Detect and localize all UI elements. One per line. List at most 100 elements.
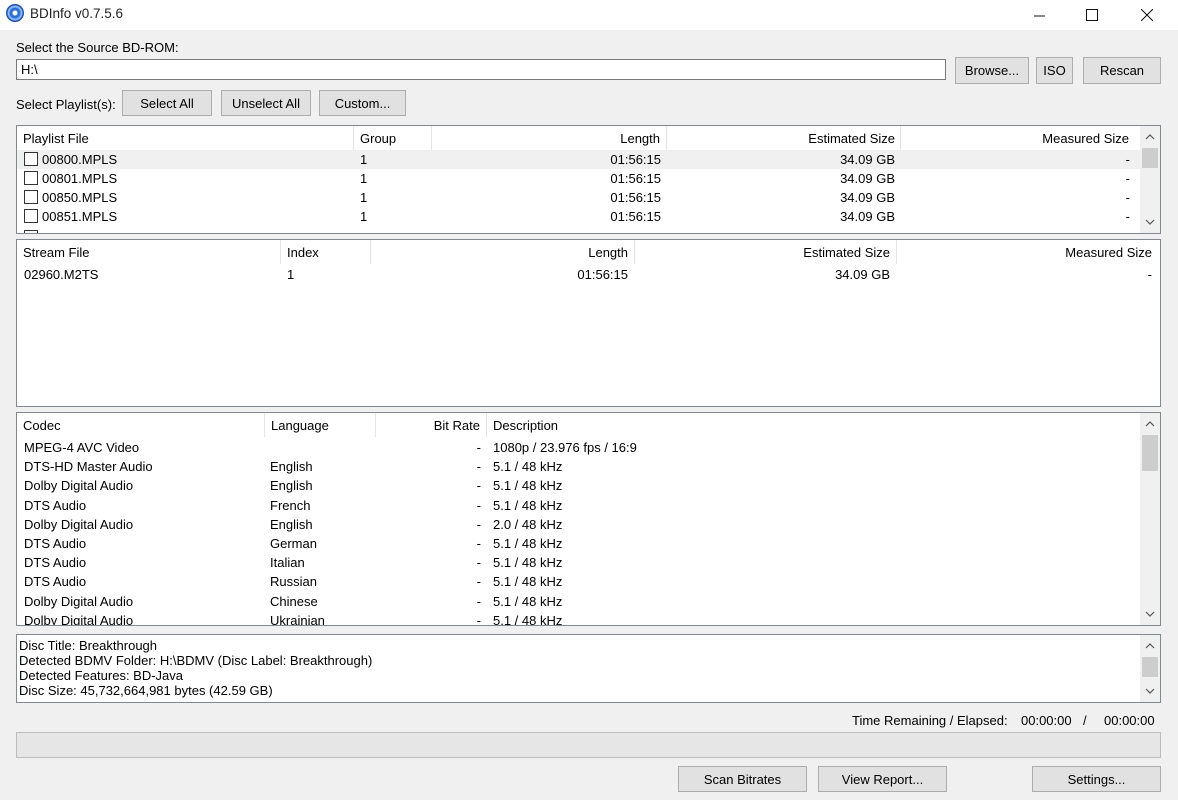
scroll-down-arrow-icon[interactable] [1140, 682, 1160, 700]
browse-button[interactable]: Browse... [955, 57, 1029, 84]
minimize-icon [1033, 15, 1045, 16]
playlist-table[interactable]: Playlist File Group Length Estimated Siz… [16, 125, 1161, 234]
source-path-input[interactable]: H:\ [16, 59, 946, 80]
codec-table[interactable]: Codec Language Bit Rate Description MPEG… [16, 412, 1161, 626]
stream-file: 02960.M2TS [24, 267, 99, 282]
playlist-checkbox[interactable] [24, 230, 38, 233]
codec-name: Dolby Digital Audio [24, 478, 134, 494]
column-header-measured-size[interactable]: Measured Size [901, 126, 1135, 150]
playlist-scrollbar[interactable] [1140, 126, 1160, 233]
scroll-down-arrow-icon[interactable] [1140, 213, 1160, 231]
playlist-length: 01:56:15 [610, 152, 661, 167]
playlist-group: 1 [360, 190, 368, 205]
codec-description: 5.1 / 48 kHz [493, 612, 563, 626]
minimize-button[interactable] [1016, 0, 1062, 30]
codec-language: English [270, 459, 313, 475]
playlist-group: 1 [360, 171, 368, 186]
scroll-up-arrow-icon[interactable] [1140, 637, 1160, 655]
iso-button[interactable]: ISO [1036, 57, 1073, 84]
playlist-row-partial[interactable] [17, 227, 1141, 233]
stream-measured-size: - [1147, 267, 1152, 282]
title-bar[interactable] [0, 0, 1178, 30]
close-button[interactable] [1124, 0, 1170, 30]
playlist-checkbox[interactable] [24, 152, 38, 166]
codec-description: 2.0 / 48 kHz [493, 516, 563, 532]
custom-button[interactable]: Custom... [319, 90, 406, 116]
stream-row[interactable]: 02960.M2TS 1 01:56:15 34.09 GB - [17, 265, 1160, 284]
scan-progress-bar [16, 732, 1161, 758]
codec-row[interactable]: Dolby Digital Audio English -2.0 / 48 kHz [17, 515, 1140, 534]
column-header-stream-file[interactable]: Stream File [17, 240, 280, 264]
codec-language: Russian [270, 574, 317, 590]
scroll-thumb[interactable] [1142, 148, 1158, 168]
maximize-button[interactable] [1069, 0, 1115, 30]
codec-name: Dolby Digital Audio [24, 612, 134, 626]
column-header-measured-size[interactable]: Measured Size [897, 240, 1158, 264]
codec-row[interactable]: Dolby Digital Audio Chinese -5.1 / 48 kHz [17, 592, 1140, 611]
playlist-measured-size: - [1125, 209, 1130, 224]
column-header-bit-rate[interactable]: Bit Rate [376, 413, 486, 437]
playlist-checkbox[interactable] [24, 209, 38, 223]
codec-row[interactable]: DTS Audio French -5.1 / 48 kHz [17, 496, 1140, 515]
codec-language: Chinese [270, 593, 318, 609]
codec-row[interactable]: Dolby Digital Audio Ukrainian -5.1 / 48 kH… [17, 611, 1140, 626]
playlist-checkbox[interactable] [24, 171, 38, 185]
column-header-group[interactable]: Group [354, 126, 431, 150]
codec-row[interactable]: MPEG-4 AVC Video -1080p / 23.976 fps / 16… [17, 438, 1140, 457]
select-playlists-label: Select Playlist(s): [16, 97, 116, 112]
codec-row[interactable]: DTS Audio German -5.1 / 48 kHz [17, 534, 1140, 553]
column-header-description[interactable]: Description [487, 413, 787, 437]
time-remaining: 00:00:00 [1021, 713, 1072, 728]
codec-row[interactable]: DTS Audio Italian -5.1 / 48 kHz [17, 553, 1140, 572]
codec-language: French [270, 497, 311, 513]
codec-bit-rate: - [476, 459, 481, 475]
codec-language: English [270, 478, 313, 494]
codec-row[interactable]: DTS Audio Russian -5.1 / 48 kHz [17, 572, 1140, 591]
codec-row[interactable]: Dolby Digital Audio English -5.1 / 48 kHz [17, 476, 1140, 495]
scroll-thumb[interactable] [1142, 435, 1158, 471]
column-header-length[interactable]: Length [371, 240, 634, 264]
codec-scrollbar[interactable] [1140, 413, 1160, 625]
view-report-button[interactable]: View Report... [818, 766, 947, 792]
codec-description: 5.1 / 48 kHz [493, 555, 563, 571]
column-header-estimated-size[interactable]: Estimated Size [667, 126, 901, 150]
disc-info-box[interactable]: Disc Title: Breakthrough Detected BDMV F… [16, 634, 1161, 703]
playlist-row[interactable]: 00801.MPLS 1 01:56:15 34.09 GB - [17, 169, 1141, 188]
stream-table[interactable]: Stream File Index Length Estimated Size … [16, 239, 1161, 407]
codec-name: DTS Audio [24, 555, 87, 571]
playlist-estimated-size: 34.09 GB [840, 152, 895, 167]
column-header-index[interactable]: Index [281, 240, 370, 264]
playlist-row[interactable]: 00850.MPLS 1 01:56:15 34.09 GB - [17, 188, 1141, 207]
column-header-playlist-file[interactable]: Playlist File [17, 126, 353, 150]
playlist-estimated-size: 34.09 GB [840, 190, 895, 205]
select-all-button[interactable]: Select All [122, 90, 212, 116]
column-header-estimated-size[interactable]: Estimated Size [635, 240, 896, 264]
settings-button[interactable]: Settings... [1032, 766, 1161, 792]
scroll-up-arrow-icon[interactable] [1140, 128, 1160, 146]
codec-row[interactable]: DTS-HD Master Audio English -5.1 / 48 kHz [17, 457, 1140, 476]
time-elapsed: 00:00:00 [1104, 713, 1155, 728]
info-scrollbar[interactable] [1140, 635, 1160, 702]
playlist-row[interactable]: 00851.MPLS 1 01:56:15 34.09 GB - [17, 207, 1141, 226]
column-header-codec[interactable]: Codec [17, 413, 264, 437]
rescan-button[interactable]: Rescan [1083, 57, 1161, 84]
unselect-all-button[interactable]: Unselect All [221, 90, 311, 116]
codec-bit-rate: - [476, 593, 481, 609]
scroll-thumb[interactable] [1142, 657, 1158, 677]
playlist-checkbox[interactable] [24, 190, 38, 204]
playlist-length: 01:56:15 [610, 209, 661, 224]
codec-name: DTS Audio [24, 497, 87, 513]
playlist-measured-size: - [1125, 190, 1130, 205]
codec-bit-rate: - [476, 574, 481, 590]
scroll-down-arrow-icon[interactable] [1140, 605, 1160, 623]
scroll-up-arrow-icon[interactable] [1140, 415, 1160, 433]
maximize-icon [1086, 9, 1098, 21]
codec-bit-rate: - [476, 497, 481, 513]
column-header-language[interactable]: Language [265, 413, 375, 437]
column-header-length[interactable]: Length [432, 126, 666, 150]
time-label: Time Remaining / Elapsed: [852, 713, 1008, 728]
codec-description: 5.1 / 48 kHz [493, 536, 563, 551]
playlist-row[interactable]: 00800.MPLS 1 01:56:15 34.09 GB - [17, 150, 1141, 169]
codec-language: Italian [270, 555, 305, 571]
scan-bitrates-button[interactable]: Scan Bitrates [678, 766, 807, 792]
